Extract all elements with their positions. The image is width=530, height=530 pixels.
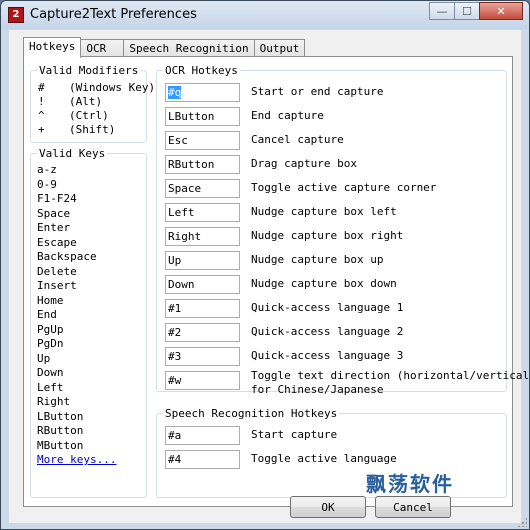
modifier-desc: (Shift) xyxy=(69,123,116,136)
hotkey-nudge-down-input[interactable]: Down xyxy=(165,275,240,294)
tab-output[interactable]: Output xyxy=(253,39,306,57)
valid-modifiers-title: Valid Modifiers xyxy=(37,64,141,77)
close-button[interactable]: ✕ xyxy=(479,2,523,20)
hotkey-drag-capture-box-input[interactable]: RButton xyxy=(165,155,240,174)
valid-key-item: Up xyxy=(37,352,51,365)
title-bar[interactable]: 2 Capture2Text Preferences — ☐ ✕ xyxy=(1,1,529,29)
dialog-client-area: Hotkeys OCR Speech Recognition Output Va… xyxy=(9,30,530,523)
valid-modifiers-group: Valid Modifiers # (Windows Key) ! (Alt) … xyxy=(30,64,155,143)
valid-key-item: a-z xyxy=(37,163,57,176)
modifier-symbol: ^ xyxy=(38,109,45,122)
modifier-symbol: + xyxy=(38,123,45,136)
modifier-symbol: ! xyxy=(38,95,45,108)
valid-key-item: Space xyxy=(37,207,71,220)
hotkey-label: Nudge capture box up xyxy=(251,253,384,266)
speech-hotkeys-title: Speech Recognition Hotkeys xyxy=(163,407,340,420)
window-title: Capture2Text Preferences xyxy=(30,7,197,22)
hotkey-label: Cancel capture xyxy=(251,133,344,146)
valid-key-item: Insert xyxy=(37,279,77,292)
valid-key-item: F1-F24 xyxy=(37,192,77,205)
valid-key-item: Down xyxy=(37,366,64,379)
hotkey-label: Quick-access language 1 xyxy=(251,301,404,314)
valid-key-item: End xyxy=(37,308,57,321)
hotkey-label: Quick-access language 2 xyxy=(251,325,404,338)
ok-button[interactable]: OK xyxy=(290,496,366,518)
watermark-logo: 飘荡软件 xyxy=(366,472,454,496)
tab-hotkeys[interactable]: Hotkeys xyxy=(23,37,82,58)
valid-key-item: PgUp xyxy=(37,323,64,336)
modifier-desc: (Windows Key) xyxy=(69,81,156,94)
hotkey-nudge-left-input[interactable]: Left xyxy=(165,203,240,222)
hotkey-quick-language-1-input[interactable]: #1 xyxy=(165,299,240,318)
ocr-hotkeys-title: OCR Hotkeys xyxy=(163,64,240,77)
hotkey-start-end-capture-input[interactable]: #q xyxy=(165,83,240,102)
app-icon: 2 xyxy=(8,7,24,23)
minimize-button[interactable]: — xyxy=(429,2,455,20)
valid-key-item: Left xyxy=(37,381,64,394)
hotkey-label: Nudge capture box right xyxy=(251,229,404,242)
hotkey-toggle-corner-input[interactable]: Space xyxy=(165,179,240,198)
valid-key-item: LButton xyxy=(37,410,84,423)
hotkey-quick-language-3-input[interactable]: #3 xyxy=(165,347,240,366)
preferences-window: 2 Capture2Text Preferences — ☐ ✕ Hotkeys… xyxy=(0,0,530,530)
tab-ocr[interactable]: OCR xyxy=(80,39,125,57)
modifier-symbol: # xyxy=(38,81,45,94)
valid-key-item: Delete xyxy=(37,265,77,278)
hotkey-label: Toggle active language xyxy=(251,452,397,465)
valid-key-item: MButton xyxy=(37,439,84,452)
valid-key-item: PgDn xyxy=(37,337,64,350)
valid-keys-title: Valid Keys xyxy=(37,147,108,160)
valid-key-item: Escape xyxy=(37,236,77,249)
hotkey-speech-toggle-language-input[interactable]: #4 xyxy=(165,450,240,469)
speech-hotkeys-group: Speech Recognition Hotkeys #a Start capt… xyxy=(156,407,507,498)
hotkey-end-capture-input[interactable]: LButton xyxy=(165,107,240,126)
tab-strip: Hotkeys OCR Speech Recognition Output xyxy=(23,37,306,58)
hotkey-label-continued: for Chinese/Japanese xyxy=(251,383,384,396)
hotkey-label: Nudge capture box down xyxy=(251,277,397,290)
valid-key-item: Enter xyxy=(37,221,71,234)
valid-key-item: Home xyxy=(37,294,64,307)
hotkey-toggle-text-direction-input[interactable]: #w xyxy=(165,371,240,390)
modifier-desc: (Alt) xyxy=(69,95,103,108)
valid-keys-group: Valid Keys a-z 0-9 F1-F24 Space Enter Es… xyxy=(30,147,147,498)
hotkeys-tab-panel: Valid Modifiers # (Windows Key) ! (Alt) … xyxy=(23,56,530,507)
hotkey-quick-language-2-input[interactable]: #2 xyxy=(165,323,240,342)
maximize-button[interactable]: ☐ xyxy=(454,2,480,20)
hotkey-nudge-right-input[interactable]: Right xyxy=(165,227,240,246)
cancel-button[interactable]: Cancel xyxy=(375,496,451,518)
tab-speech-recognition[interactable]: Speech Recognition xyxy=(123,39,255,57)
hotkey-label: Drag capture box xyxy=(251,157,357,170)
hotkey-cancel-capture-input[interactable]: Esc xyxy=(165,131,240,150)
hotkey-label: Toggle active capture corner xyxy=(251,181,437,194)
valid-key-item: Backspace xyxy=(37,250,97,263)
more-keys-link[interactable]: More keys... xyxy=(37,453,116,466)
hotkey-label: Nudge capture box left xyxy=(251,205,397,218)
hotkey-label: Quick-access language 3 xyxy=(251,349,404,362)
hotkey-label: End capture xyxy=(251,109,324,122)
hotkey-label: Start or end capture xyxy=(251,85,384,98)
hotkey-label: Toggle text direction (horizontal/vertic… xyxy=(251,369,530,382)
hotkey-nudge-up-input[interactable]: Up xyxy=(165,251,240,270)
hotkey-speech-start-capture-input[interactable]: #a xyxy=(165,426,240,445)
valid-key-item: 0-9 xyxy=(37,178,57,191)
hotkey-label: Start capture xyxy=(251,428,338,441)
modifier-desc: (Ctrl) xyxy=(69,109,109,122)
valid-key-item: RButton xyxy=(37,424,84,437)
ocr-hotkeys-group: OCR Hotkeys #q Start or end capture LBut… xyxy=(156,64,530,396)
valid-key-item: Right xyxy=(37,395,71,408)
